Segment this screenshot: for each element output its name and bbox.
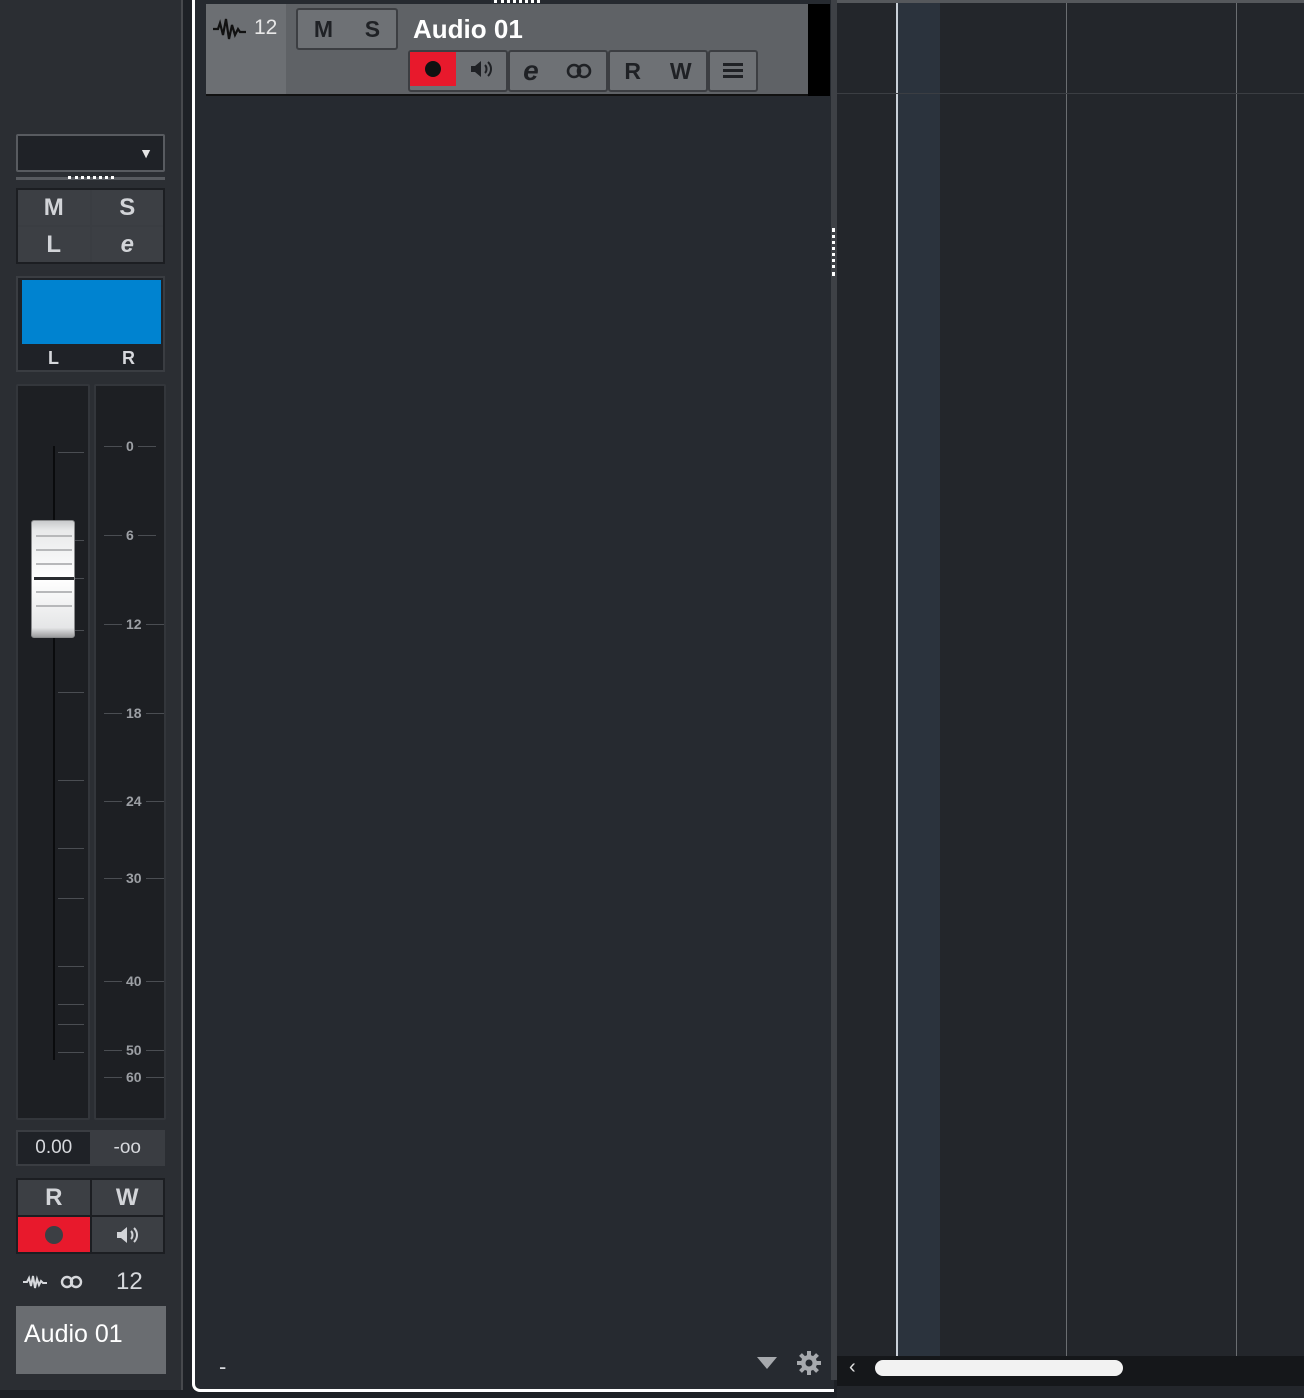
list-icon (723, 63, 743, 78)
monitor-icon (117, 1226, 139, 1243)
listen-button[interactable]: L (18, 227, 90, 262)
track-list (192, 0, 834, 1392)
monitor-button[interactable] (91, 1217, 163, 1252)
record-icon (425, 61, 441, 77)
volume-fader-handle[interactable] (31, 520, 75, 638)
volume-readout: 0.00 -oo (16, 1130, 165, 1166)
fader-tick (58, 848, 84, 849)
meter-scale-label: 12 (100, 616, 168, 632)
level-meter (94, 384, 166, 1120)
volume-value[interactable]: 0.00 (18, 1132, 92, 1164)
track-read-button[interactable]: R (624, 58, 641, 85)
scrollbar-thumb[interactable] (875, 1360, 1123, 1376)
meter-scale-label: 18 (100, 705, 168, 721)
pan-control[interactable]: L R (16, 276, 165, 372)
waveform-icon (213, 18, 246, 40)
resize-handle[interactable] (68, 176, 114, 182)
automation-group: R W (608, 50, 708, 92)
horizontal-scrollbar[interactable]: ‹ (837, 1356, 1304, 1386)
channel-button-group: M S L e (16, 188, 165, 264)
meter-scale-label: 30 (100, 870, 168, 886)
track-number-column: 12 (206, 4, 286, 94)
track-mute-button[interactable]: M (314, 16, 333, 43)
pan-right-label: R (122, 348, 135, 368)
edit-channel-button[interactable]: e (91, 227, 163, 262)
read-automation-button[interactable]: R (18, 1180, 90, 1215)
track-write-button[interactable]: W (670, 58, 692, 85)
chevron-down-icon[interactable] (756, 1356, 778, 1370)
meter-scale-label: 50 (100, 1042, 168, 1058)
automation-record-group: R W (16, 1178, 165, 1254)
track-name[interactable]: Audio 01 (413, 14, 523, 45)
meter-scale-label: 40 (100, 973, 168, 989)
track-number: 12 (254, 16, 278, 39)
splitter-handle[interactable] (832, 228, 836, 276)
channel-footer: 12 (22, 1266, 172, 1298)
gear-icon[interactable] (796, 1350, 822, 1376)
record-enable-button[interactable] (18, 1217, 90, 1252)
monitor-icon[interactable] (468, 58, 494, 80)
fader-tick (58, 1024, 84, 1025)
peak-value[interactable]: -oo (91, 1132, 163, 1164)
pan-left-label: L (48, 348, 59, 368)
write-automation-button[interactable]: W (91, 1180, 163, 1215)
fader-tick (58, 1052, 84, 1053)
mute-solo-group: M S (296, 8, 398, 50)
chevron-down-icon: ▼ (139, 145, 153, 161)
input-routing-dropdown[interactable]: ▼ (16, 134, 165, 172)
fader-tick (58, 966, 84, 967)
grid-line (1236, 3, 1237, 1356)
channel-name[interactable]: Audio 01 (16, 1306, 166, 1374)
fader-tick (58, 898, 84, 899)
track-row[interactable]: 12 M S Audio 01 e R W (206, 4, 830, 96)
fader-tick (58, 452, 84, 453)
solo-button[interactable]: S (91, 190, 163, 225)
scroll-left-icon[interactable]: ‹ (849, 1356, 856, 1379)
mute-button[interactable]: M (18, 190, 90, 225)
fader-tick (58, 1004, 84, 1005)
grid-line (1066, 3, 1067, 1356)
track-color-strip (808, 4, 830, 96)
track-record-button[interactable] (410, 52, 456, 86)
waveform-icon (23, 1275, 47, 1289)
footer-status: - (219, 1354, 227, 1379)
project-cursor[interactable] (896, 3, 898, 1356)
edit-icon: e (120, 230, 134, 258)
link-icon[interactable] (565, 63, 593, 79)
record-monitor-group (408, 50, 508, 92)
meter-scale-label: 60 (100, 1069, 168, 1085)
meter-scale-label: 0 (100, 438, 160, 454)
meter-scale-label: 24 (100, 793, 168, 809)
pan-meter (22, 280, 161, 344)
fader-tick (58, 692, 84, 693)
channel-number: 12 (116, 1268, 143, 1295)
fader-tick (58, 780, 84, 781)
track-solo-button[interactable]: S (365, 16, 380, 43)
track-lane-divider (837, 93, 1304, 94)
edit-link-group: e (508, 50, 608, 92)
edit-icon[interactable]: e (523, 55, 539, 87)
track-settings-button[interactable] (708, 50, 758, 92)
meter-scale-label: 6 (100, 527, 160, 543)
record-icon (44, 1225, 63, 1244)
link-icon[interactable] (60, 1275, 84, 1289)
selection-range (898, 3, 940, 1356)
